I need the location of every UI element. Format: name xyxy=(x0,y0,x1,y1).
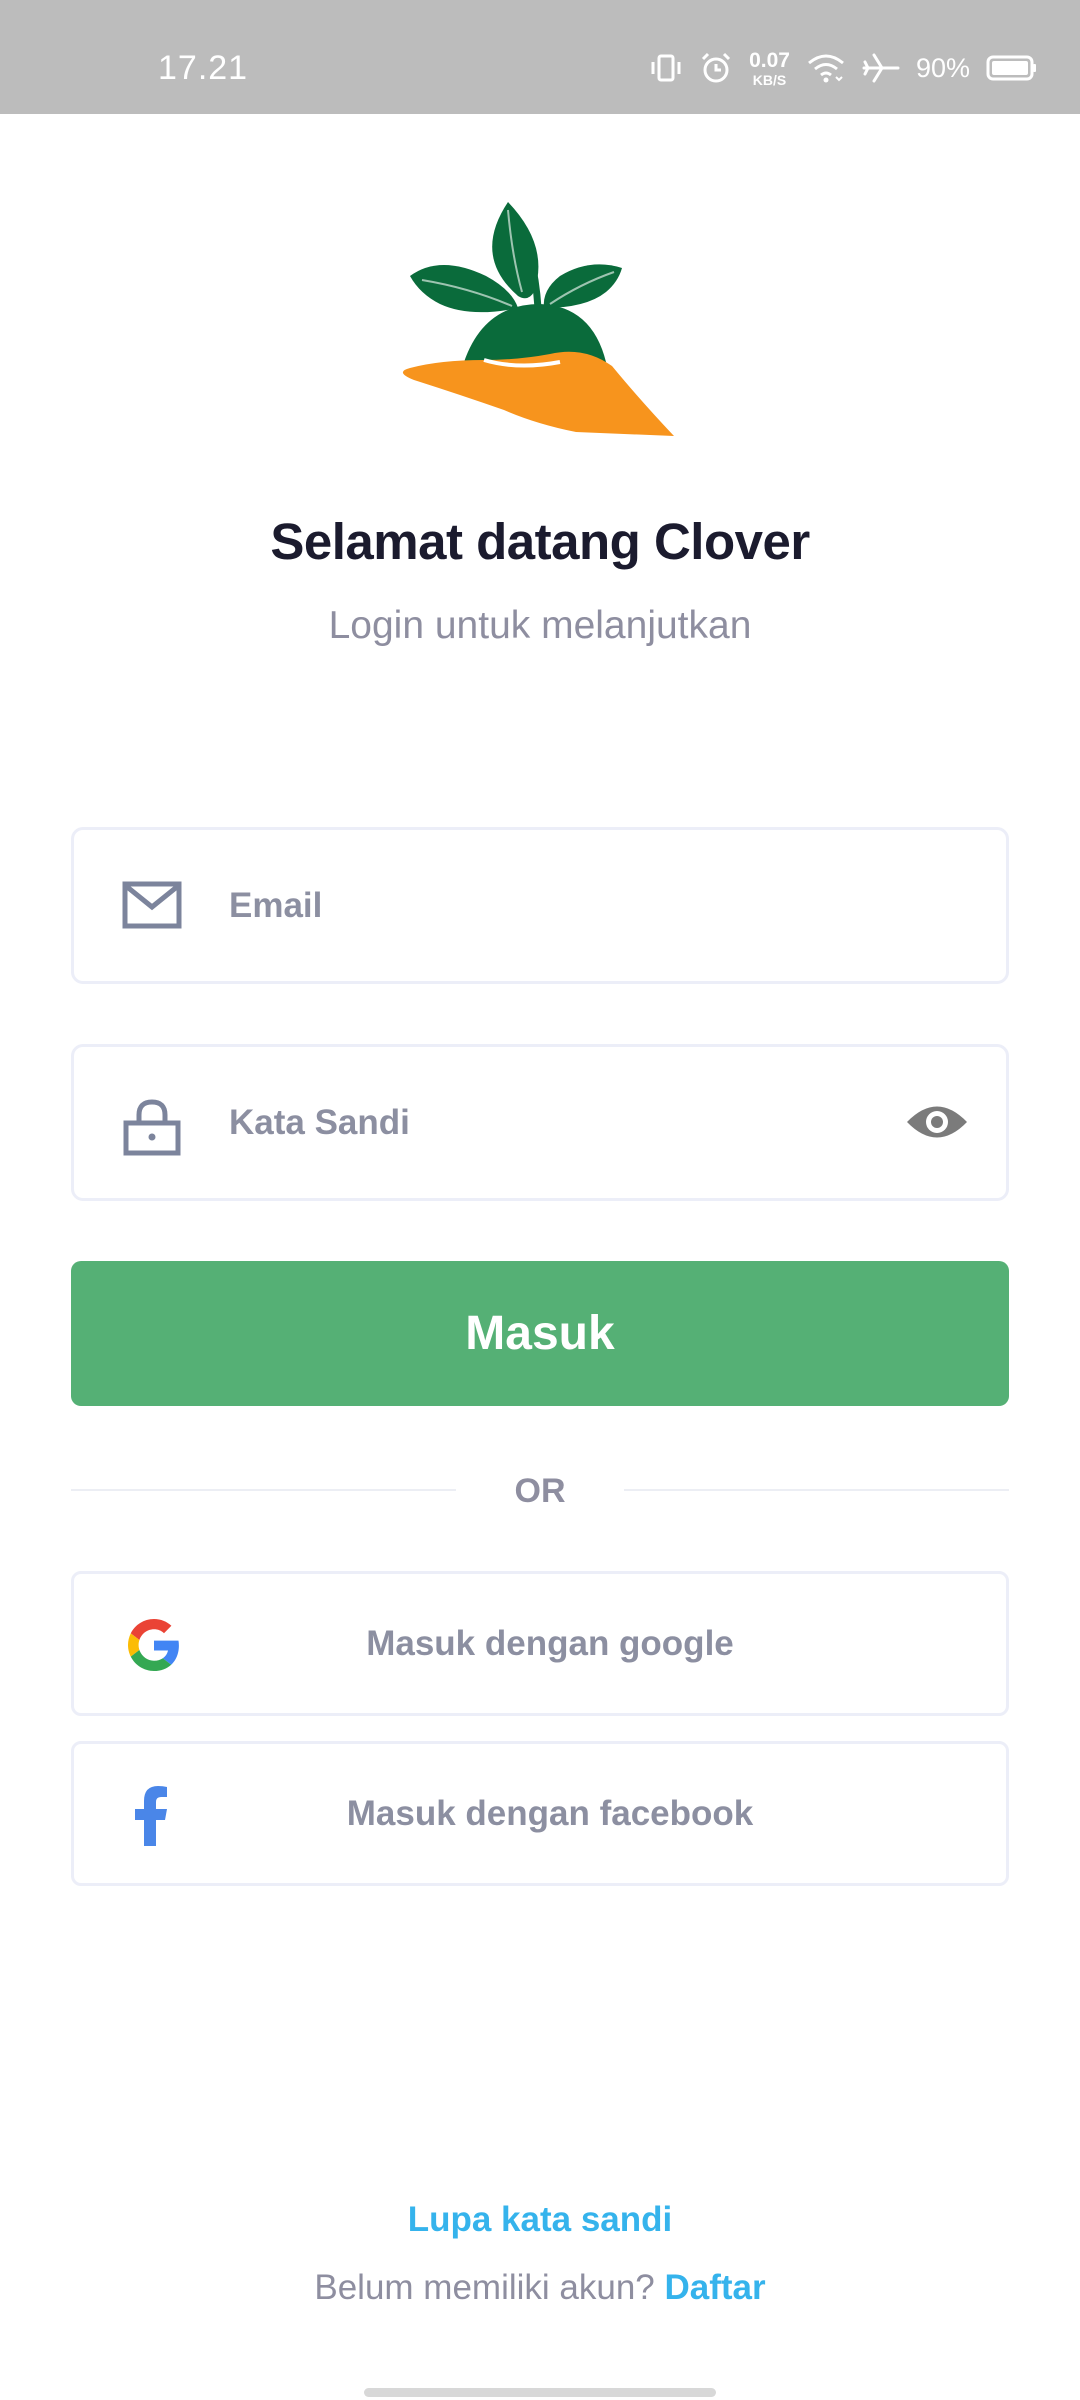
facebook-login-button[interactable]: Masuk dengan facebook xyxy=(71,1741,1009,1886)
forgot-password-link[interactable]: Lupa kata sandi xyxy=(0,2200,1080,2240)
register-prompt: Belum memiliki akun? Daftar xyxy=(0,2268,1080,2308)
lock-icon xyxy=(122,1097,182,1162)
login-button[interactable]: Masuk xyxy=(71,1261,1009,1406)
email-field[interactable] xyxy=(71,827,1009,984)
status-bar: 17.21 0.07 KB/S 90% xyxy=(0,0,1080,114)
welcome-subtitle: Login untuk melanjutkan xyxy=(328,604,752,647)
google-login-label: Masuk dengan google xyxy=(366,1624,734,1663)
network-speed: 0.07 KB/S xyxy=(749,50,790,87)
login-screen: 17.21 0.07 KB/S 90% Selamat datang Clove… xyxy=(0,0,1080,2400)
no-account-text: Belum memiliki akun? xyxy=(314,2268,665,2307)
google-login-button[interactable]: Masuk dengan google xyxy=(71,1571,1009,1716)
status-time: 17.21 xyxy=(158,49,249,87)
home-indicator[interactable] xyxy=(364,2388,716,2397)
mail-icon xyxy=(122,880,182,935)
battery-percent: 90% xyxy=(915,52,970,83)
email-input[interactable] xyxy=(229,830,869,981)
or-label: OR xyxy=(514,1472,566,1510)
vibrate-icon xyxy=(649,53,683,83)
register-link[interactable]: Daftar xyxy=(664,2268,765,2307)
plant-in-hand-logo xyxy=(402,202,674,436)
password-field[interactable] xyxy=(71,1044,1009,1201)
or-divider: OR xyxy=(71,1466,1009,1516)
battery-icon xyxy=(986,54,1038,82)
password-input[interactable] xyxy=(229,1047,869,1198)
welcome-title: Selamat datang Clover xyxy=(270,513,810,570)
facebook-login-label: Masuk dengan facebook xyxy=(346,1794,754,1833)
app-logo xyxy=(400,196,680,444)
network-speed-unit: KB/S xyxy=(752,71,787,88)
network-speed-value: 0.07 xyxy=(749,48,790,72)
divider-line-right xyxy=(624,1489,1009,1491)
eye-icon[interactable] xyxy=(904,1097,970,1152)
status-icons: 0.07 KB/S 90% xyxy=(649,46,1038,90)
airplane-mode-icon xyxy=(862,51,900,85)
alarm-icon xyxy=(699,51,733,85)
wifi-icon xyxy=(806,52,846,84)
